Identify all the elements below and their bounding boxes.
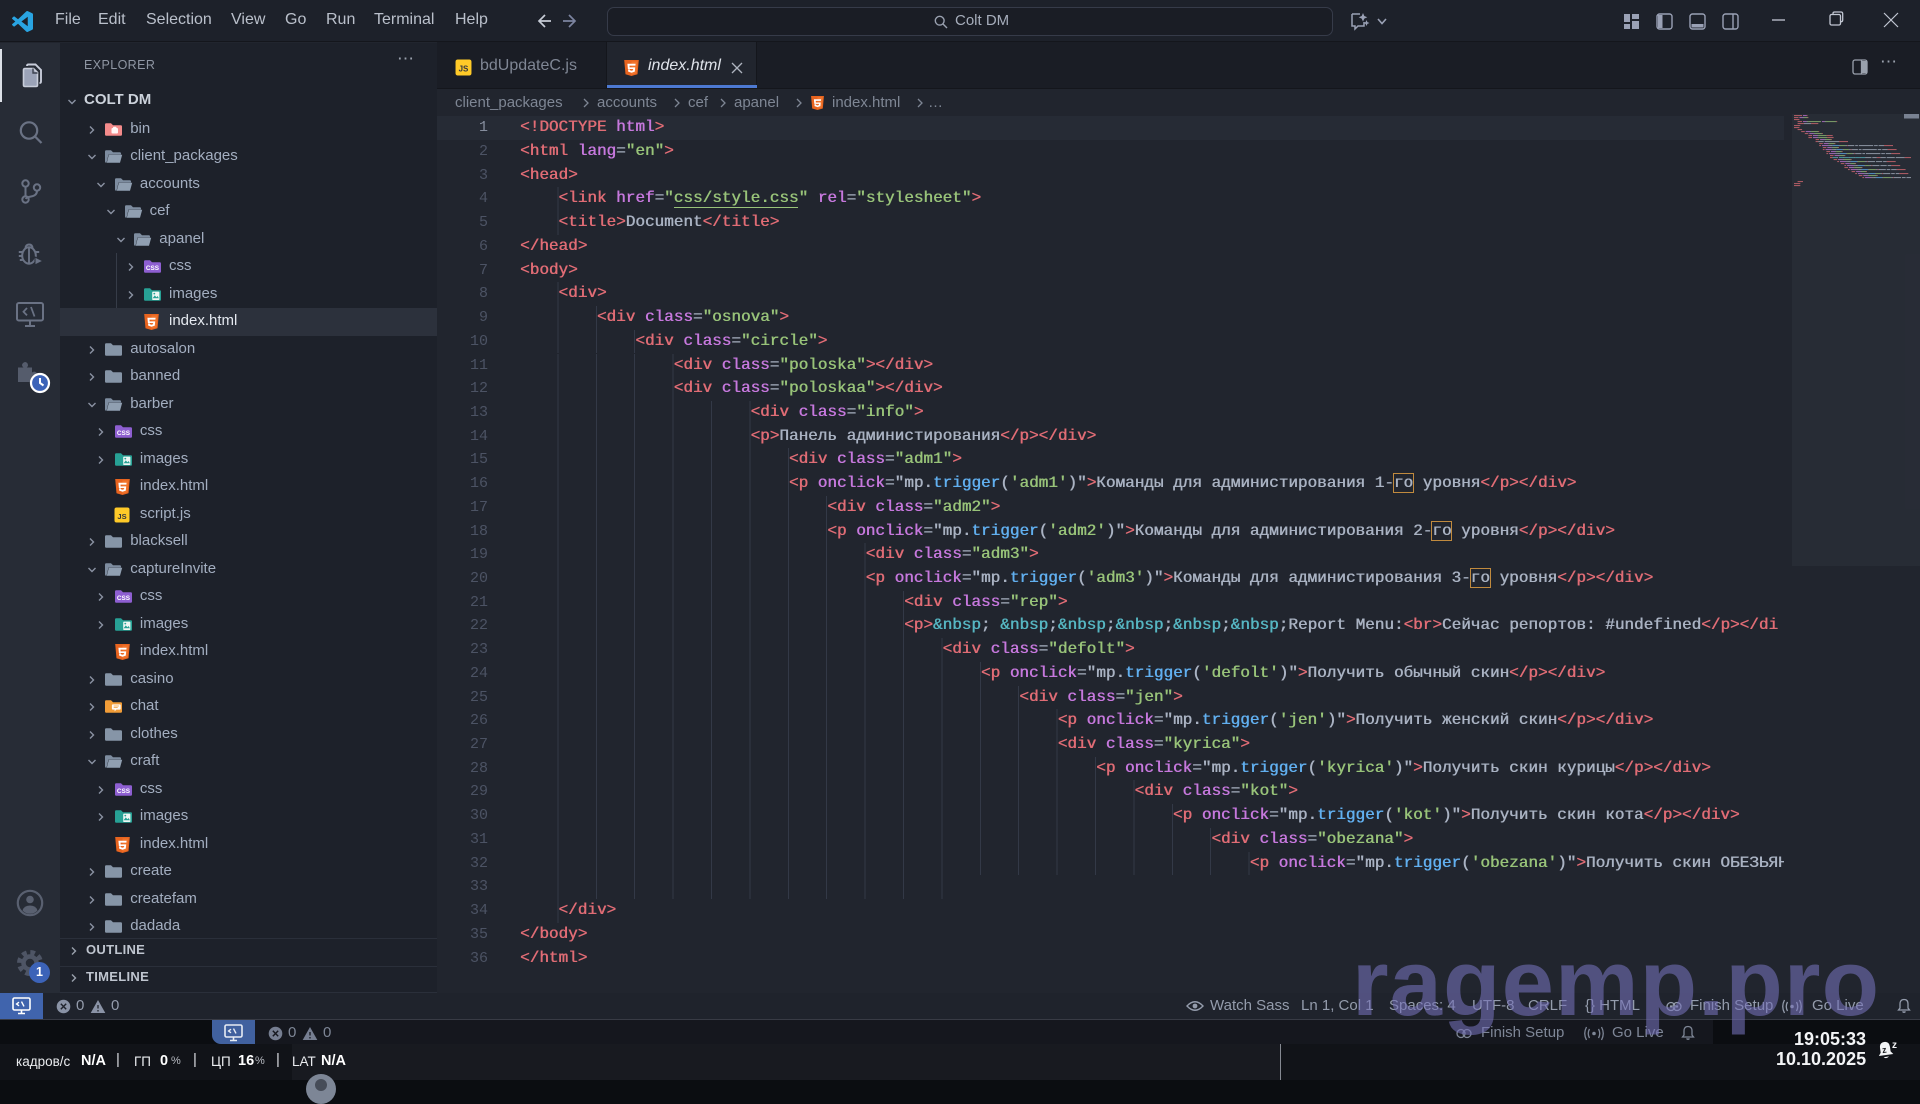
svg-text:CSS: CSS — [117, 595, 131, 602]
svg-text:CSS: CSS — [117, 430, 131, 437]
svg-text:CSS: CSS — [146, 265, 160, 272]
svg-text:JS: JS — [117, 511, 126, 520]
svg-text:CSS: CSS — [117, 788, 131, 795]
svg-text:JS: JS — [459, 65, 469, 74]
svg-text:z: z — [1892, 1040, 1897, 1051]
